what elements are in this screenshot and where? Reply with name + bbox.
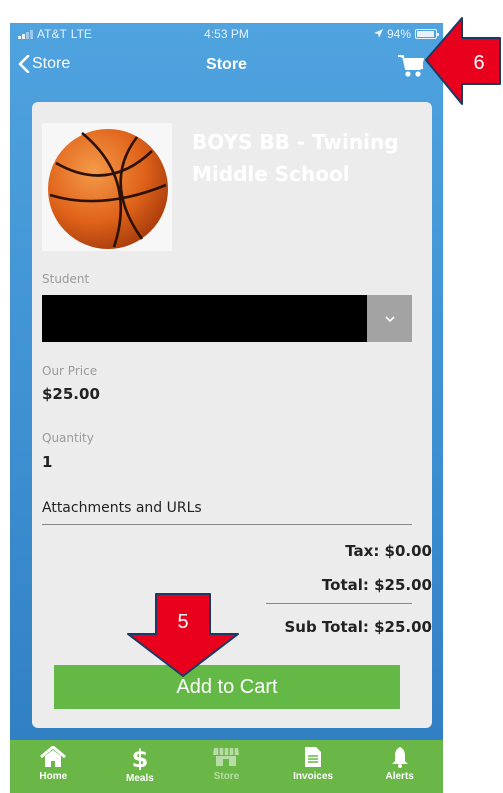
location-icon <box>373 27 383 41</box>
select-dropdown-button[interactable] <box>367 295 412 342</box>
tab-store-label: Store <box>213 771 240 782</box>
tab-alerts[interactable]: Alerts <box>356 740 443 793</box>
tax-line: Tax: $0.00 <box>345 542 432 560</box>
tab-invoices-label: Invoices <box>293 771 334 782</box>
home-icon <box>40 746 67 767</box>
tab-alerts-label: Alerts <box>385 771 414 782</box>
total-line: Total: $25.00 <box>321 576 432 594</box>
battery-percent: 94% <box>386 27 411 41</box>
tab-bar: Home $ Meals Store Invoices Alerts <box>10 740 443 793</box>
quantity-label: Quantity <box>42 431 94 445</box>
status-bar: AT&T LTE 4:53 PM 94% <box>10 23 443 45</box>
subtotal-line: Sub Total: $25.00 <box>284 618 432 636</box>
tab-store[interactable]: Store <box>183 740 270 793</box>
svg-text:$: $ <box>132 746 148 770</box>
tab-meals-label: Meals <box>125 773 154 784</box>
bell-icon <box>391 747 408 768</box>
callout-6: 6 <box>420 0 503 127</box>
basketball-image <box>42 123 172 251</box>
totals-divider <box>266 603 412 604</box>
tab-invoices[interactable]: Invoices <box>270 740 357 793</box>
callout-6-arrow: 6 <box>425 17 501 105</box>
store-icon <box>213 748 240 766</box>
price-value: $25.00 <box>42 385 100 403</box>
tab-home-label: Home <box>39 771 68 782</box>
page-title: Store <box>206 56 247 73</box>
document-icon <box>305 747 322 767</box>
nav-bar: Store Store <box>10 45 443 91</box>
chevron-down-icon <box>384 315 395 322</box>
student-label: Student <box>42 272 90 286</box>
dollar-icon: $ <box>132 746 148 770</box>
callout-5: 5 <box>124 592 242 682</box>
tab-home[interactable]: Home <box>10 740 97 793</box>
callout-5-label: 5 <box>177 611 188 633</box>
quantity-value: 1 <box>42 453 53 471</box>
callout-5-arrow: 5 <box>127 593 239 677</box>
attachments-divider <box>42 524 412 525</box>
callout-6-label: 6 <box>473 52 484 74</box>
student-select[interactable] <box>42 295 412 342</box>
attachments-label: Attachments and URLs <box>42 500 202 516</box>
tab-meals[interactable]: $ Meals <box>97 740 184 793</box>
product-title: BOYS BB - Twining Middle School <box>192 130 399 186</box>
price-label: Our Price <box>42 364 98 378</box>
